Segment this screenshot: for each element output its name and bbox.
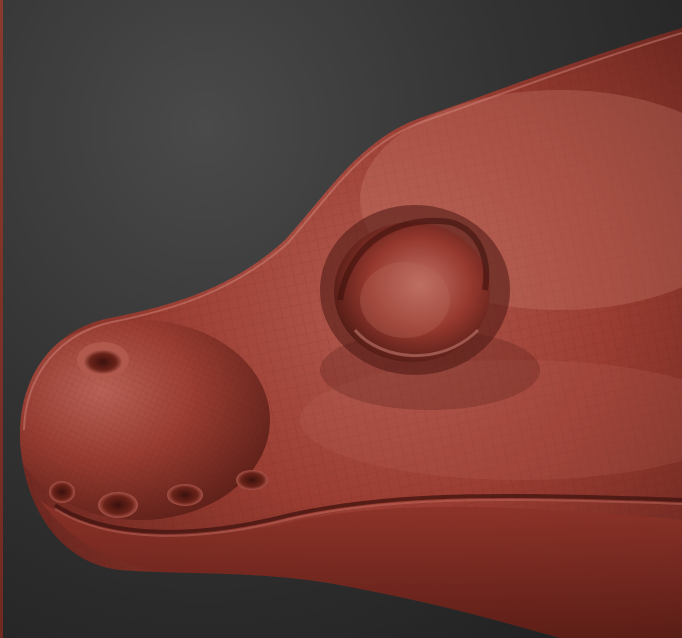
nostril [77,342,129,378]
eye [320,205,510,375]
sculpt-render [19,28,682,638]
sculpt-viewport[interactable] [0,0,682,638]
